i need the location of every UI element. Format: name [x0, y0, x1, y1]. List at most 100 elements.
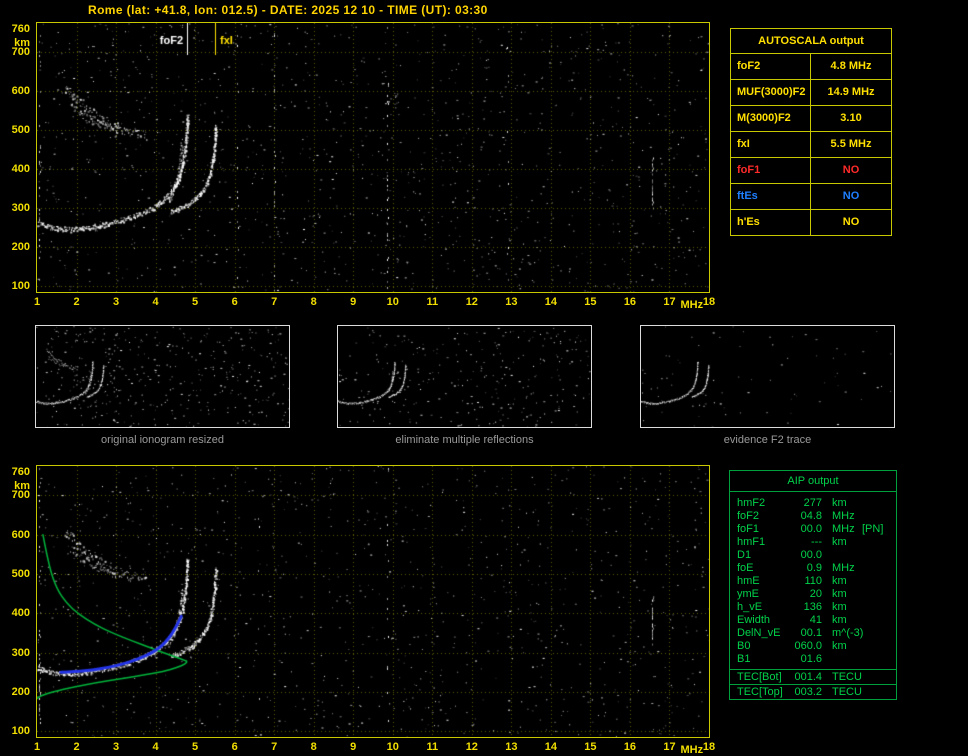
y-tick-label: 500	[11, 568, 30, 580]
autoscala-row-value: 14.9 MHz	[827, 86, 875, 98]
y-axis-unit-label: km	[14, 479, 30, 492]
aip-row-value: ---	[811, 536, 822, 548]
aip-tec-label: TEC[Top]	[737, 686, 783, 698]
autoscala-row-value: 5.5 MHz	[830, 138, 872, 150]
autoscala-table-rows: foF2 4.8 MHz MUF(3000)F2 14.9 MHz M(3000)F2 3…	[731, 54, 891, 235]
aip-row-value: 20	[809, 588, 822, 600]
autoscala-row-label: ftEs	[731, 184, 811, 209]
aip-row-yme: ymE 20 km	[730, 588, 896, 601]
aip-row-value: 00.1	[800, 627, 822, 639]
aip-row-unit: km	[832, 536, 847, 548]
x-tick-label: 13	[505, 296, 518, 308]
thumbnail-evidence-canvas	[641, 326, 894, 427]
aip-row-label: DelN_vE	[737, 627, 781, 639]
aip-row-label: foF2	[737, 510, 760, 522]
aip-row-label: B0	[737, 640, 751, 652]
x-tick-label: 5	[192, 296, 199, 308]
y-tick-label: 400	[11, 607, 30, 620]
aip-row-unit: km	[832, 575, 847, 587]
aip-row-ewidth: Ewidth 41 km	[730, 614, 896, 627]
x-tick-label: 1	[33, 296, 41, 308]
autoscala-row-value: NO	[842, 216, 860, 228]
aip-tec-unit: TECU	[832, 686, 862, 698]
y-axis-unit-label: km	[14, 36, 30, 49]
thumbnail-caption-original: original ionogram resized	[101, 434, 224, 446]
autoscala-row-fof2: foF2 4.8 MHz	[731, 54, 891, 80]
y-tick-label: 200	[11, 241, 30, 254]
aip-row-value: 110	[804, 575, 822, 587]
x-tick-label: 14	[544, 296, 557, 308]
y-tick-label: 400	[11, 163, 30, 176]
aip-row-label: Ewidth	[737, 614, 771, 626]
x-tick-label: 15	[584, 741, 597, 753]
aip-row-label: B1	[737, 653, 751, 665]
autoscala-screen: Rome (lat: +41.8, lon: 012.5) - DATE: 20…	[0, 0, 968, 756]
aip-row-label: D1	[737, 549, 752, 561]
thumbnail-eliminate-reflections	[337, 325, 592, 428]
aip-row-unit: km	[832, 588, 847, 600]
aip-output-table: AIP output hmF2 277 km foF2 04.8 MHz foF1 00.0 M…	[729, 470, 897, 700]
aip-row-label: h_vE	[737, 601, 763, 613]
autoscala-row-label: foF1	[731, 158, 811, 183]
aip-row-unit: MHz	[832, 562, 855, 574]
station-header: Rome (lat: +41.8, lon: 012.5) - DATE: 20…	[88, 3, 488, 17]
aip-row-h-ve: h_vE 136 km	[730, 601, 896, 614]
aip-row-b1: B1 01.6	[730, 653, 896, 666]
aip-table-rows: hmF2 277 km foF2 04.8 MHz foF1 00.0 MHz [PN] hmF1 -…	[730, 492, 896, 669]
autoscala-row-fxi: fxI 5.5 MHz	[731, 132, 891, 158]
aip-row-label: foE	[737, 562, 754, 574]
aip-tec-value: 003.2	[794, 686, 822, 698]
bottom-plot-y-axis: 760 700 600 500 400 300 200 100 km	[0, 466, 33, 737]
x-tick-label: 4	[152, 296, 159, 308]
thumbnail-caption-evidence: evidence F2 trace	[723, 434, 812, 446]
y-tick-label: 300	[11, 202, 30, 215]
x-tick-label: 10	[386, 296, 399, 308]
top-plot-x-axis: 1 2 3 4 5 6 7 8 9 10 11 12 13 14 15 16 17 18 MHz	[34, 295, 737, 311]
autoscala-row-fof1: foF1 NO	[731, 158, 891, 184]
x-axis-unit-label: MHz	[680, 299, 704, 311]
autoscala-row-value: NO	[842, 164, 860, 176]
y-tick-label: 100	[11, 280, 30, 293]
y-tick-label: 300	[11, 646, 30, 659]
aip-row-value: 01.6	[800, 653, 822, 665]
thumbnail-original-ionogram	[35, 325, 290, 428]
x-tick-label: 17	[663, 296, 676, 308]
x-tick-label: 8	[310, 741, 317, 753]
aip-row-b0: B0 060.0 km	[730, 640, 896, 653]
x-tick-label: 2	[73, 741, 80, 753]
y-tick-label: 760	[11, 465, 30, 478]
aip-tec-row-tec-top-: TEC[Top] 003.2 TECU	[730, 684, 896, 699]
x-tick-label: 15	[584, 296, 597, 308]
x-tick-label: 7	[271, 741, 278, 753]
aip-table-title: AIP output	[730, 471, 896, 492]
aip-tec-unit: TECU	[832, 671, 862, 683]
autoscala-row-value: 4.8 MHz	[830, 60, 872, 72]
aip-row-unit: MHz	[832, 510, 855, 522]
x-tick-label: 5	[192, 741, 199, 753]
autoscala-row-m-3000-f2: M(3000)F2 3.10	[731, 106, 891, 132]
thumbnail-original-canvas	[36, 326, 289, 427]
autoscala-row-label: fxI	[731, 132, 811, 157]
aip-row-hme: hmE 110 km	[730, 575, 896, 588]
aip-row-d1: D1 00.0	[730, 549, 896, 562]
x-tick-label: 16	[623, 741, 637, 753]
top-ionogram-canvas	[37, 23, 709, 292]
bottom-ionogram-canvas	[37, 466, 709, 737]
x-tick-label: 9	[350, 296, 357, 308]
aip-row-unit: km	[832, 497, 847, 509]
x-tick-label: 16	[623, 296, 637, 308]
aip-row-value: 060.0	[794, 640, 822, 652]
top-ionogram-plot	[36, 22, 710, 293]
bottom-plot-x-axis: 1 2 3 4 5 6 7 8 9 10 11 12 13 14 15 16 17 18 MHz	[34, 740, 737, 756]
aip-row-unit: km	[832, 614, 847, 626]
thumbnail-evidence-f2	[640, 325, 895, 428]
aip-row-label: hmE	[737, 575, 760, 587]
x-tick-label: 10	[386, 741, 399, 753]
aip-row-unit: m^(-3)	[832, 627, 864, 639]
y-tick-label: 200	[11, 685, 30, 698]
aip-row-label: hmF2	[737, 497, 766, 509]
autoscala-row-label: h'Es	[731, 210, 811, 235]
autoscala-row-label: foF2	[731, 54, 811, 79]
autoscala-row-muf-3000-f2: MUF(3000)F2 14.9 MHz	[731, 80, 891, 106]
aip-row-label: hmF1	[737, 536, 766, 548]
